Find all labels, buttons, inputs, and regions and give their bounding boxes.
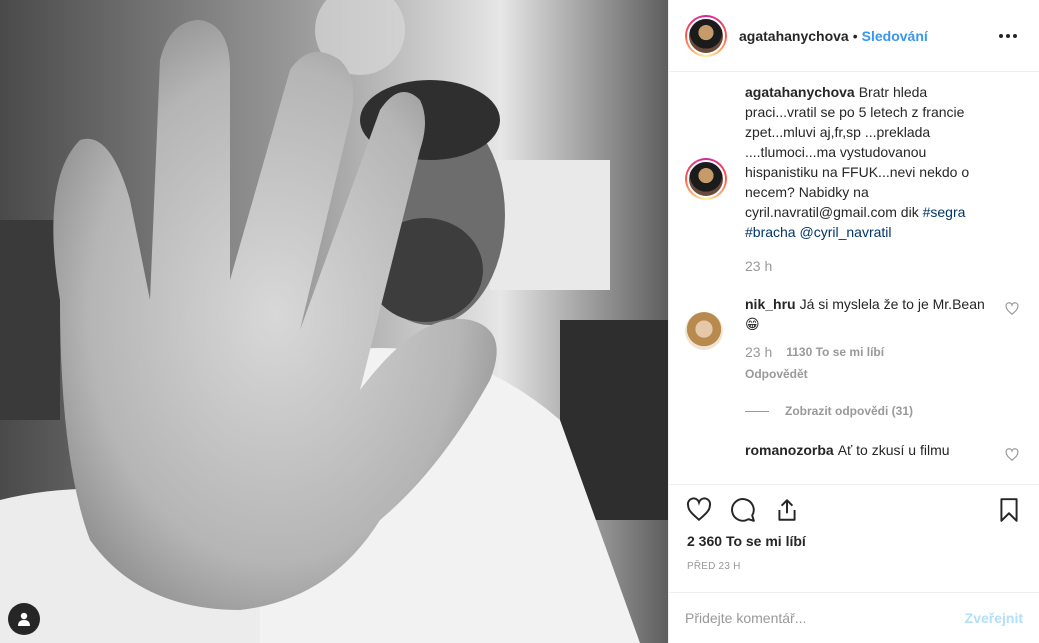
- post-comment-button[interactable]: Zveřejnit: [965, 610, 1023, 626]
- more-options-icon[interactable]: [993, 28, 1023, 44]
- like-comment-heart-icon[interactable]: [1005, 302, 1019, 316]
- comment-username[interactable]: nik_hru: [745, 296, 796, 312]
- comment-age[interactable]: 23 h: [745, 342, 772, 362]
- post-timestamp[interactable]: PŘED 23 H: [687, 561, 741, 572]
- hashtag-bracha[interactable]: #bracha: [745, 224, 796, 240]
- post-image: [0, 0, 668, 643]
- caption-username[interactable]: agatahanychova: [745, 84, 855, 100]
- share-button[interactable]: [773, 496, 801, 524]
- view-replies-button[interactable]: Zobrazit odpovědi (31): [745, 404, 1023, 418]
- separator-dot: •: [852, 27, 858, 44]
- likes-label[interactable]: To se mi líbí: [726, 533, 806, 549]
- comment-likes[interactable]: 1130 To se mi líbí: [786, 342, 884, 362]
- author-avatar[interactable]: [685, 14, 727, 57]
- comment-input[interactable]: [685, 610, 965, 626]
- comment-item: nik_hru Já si myslela že to je Mr.Bean 😁 …: [685, 294, 1023, 384]
- user-tags-button[interactable]: [8, 603, 40, 635]
- comment-icon: [731, 497, 755, 522]
- mention-cyril-navratil[interactable]: @cyril_navratil: [799, 224, 891, 240]
- caption-avatar[interactable]: [685, 158, 727, 200]
- caption-text: Bratr hleda praci...vratil se po 5 letec…: [745, 84, 970, 220]
- save-button[interactable]: [995, 496, 1023, 524]
- caption-age[interactable]: 23 h: [745, 256, 772, 276]
- divider-line: [745, 410, 769, 412]
- hashtag-segra[interactable]: #segra: [923, 204, 966, 220]
- comment-composer: Zveřejnit: [669, 592, 1039, 643]
- post-photo[interactable]: [0, 0, 668, 643]
- post-header: agatahanychova • Sledování: [669, 0, 1039, 72]
- like-button[interactable]: [685, 496, 713, 524]
- person-icon: [18, 612, 30, 626]
- like-comment-heart-icon[interactable]: [1005, 448, 1019, 462]
- comments-list[interactable]: agatahanychova Bratr hleda praci...vratil…: [669, 72, 1039, 484]
- share-icon: [778, 498, 796, 521]
- likes-number[interactable]: 2 360: [687, 533, 722, 549]
- bookmark-icon: [1000, 497, 1018, 522]
- likes-count[interactable]: 2 360 To se mi líbí: [687, 533, 806, 549]
- commenter-avatar[interactable]: [685, 312, 723, 350]
- follow-button[interactable]: Sledování: [862, 28, 928, 44]
- caption: agatahanychova Bratr hleda praci...vratil…: [685, 82, 1023, 276]
- action-bar: [669, 484, 1039, 534]
- comment-button[interactable]: [729, 496, 757, 524]
- comment-username[interactable]: romanozorba: [745, 442, 834, 458]
- heart-icon: [686, 496, 712, 521]
- post-sidebar: agatahanychova • Sledování agatahanychov…: [668, 0, 1039, 643]
- view-replies-label: Zobrazit odpovědi (31): [785, 404, 914, 418]
- reply-button[interactable]: Odpovědět: [745, 364, 995, 384]
- comment-item: romanozorba Ať to zkusí u filmu: [685, 440, 1023, 462]
- author-username[interactable]: agatahanychova: [739, 28, 849, 44]
- comment-text: Ať to zkusí u filmu: [837, 442, 950, 458]
